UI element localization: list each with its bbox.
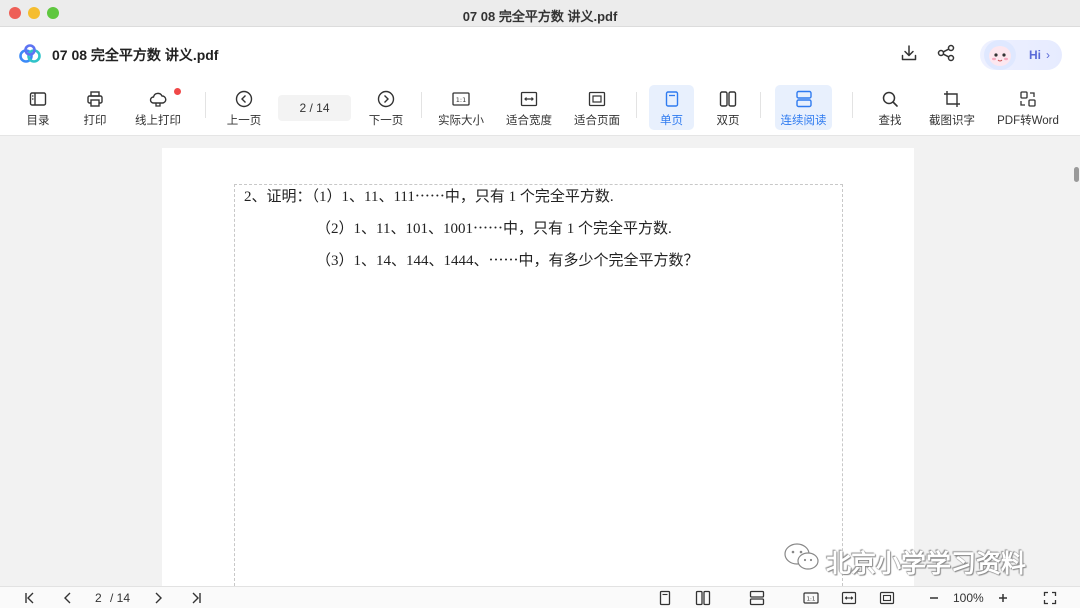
zoom-out-icon[interactable] [926, 590, 942, 606]
document-header: 07 08 完全平方数 讲义.pdf Hi › [0, 27, 1080, 80]
toolbar-divider [760, 92, 761, 118]
ocr-button[interactable]: 截图识字 [926, 85, 978, 130]
next-page-small-icon[interactable] [150, 590, 166, 606]
continuous-read-label: 连续阅读 [780, 115, 827, 127]
ocr-icon [944, 91, 960, 107]
toc-icon [29, 92, 47, 106]
watermark-text: 北京小学学习资料 [826, 550, 1027, 578]
single-page-label: 单页 [660, 115, 683, 127]
app-logo-icon [19, 44, 41, 63]
toolbar: 目录 打印 线上打印 上一页 下一页 1:1 实际大小 适合宽度 适合页面 单页… [0, 80, 1080, 136]
pdf-to-word-button[interactable]: PDF转Word [995, 85, 1061, 130]
print-icon [87, 91, 103, 107]
continuous-icon [795, 90, 812, 108]
chevron-right-icon: › [1046, 48, 1050, 62]
print-label: 打印 [83, 115, 107, 127]
wechat-icon [784, 543, 819, 570]
assistant-label: Hi [1029, 48, 1041, 62]
prev-page-small-icon[interactable] [60, 590, 76, 606]
fit-page-label: 适合页面 [574, 115, 620, 127]
vertical-scrollbar[interactable] [1074, 167, 1079, 182]
title-bar: 07 08 完全平方数 讲义.pdf [0, 0, 1080, 27]
content-frame [234, 184, 843, 586]
document-viewport[interactable]: 2、证明：（1）1、11、111⋯⋯中，只有 1 个完全平方数. （2）1、11… [0, 136, 1080, 586]
next-page-label: 下一页 [368, 115, 404, 127]
double-page-button[interactable]: 双页 [708, 85, 748, 130]
document-title: 07 08 完全平方数 讲义.pdf [52, 47, 219, 63]
problem-line: （2）1、11、101、1001⋯⋯中，只有 1 个完全平方数. [316, 221, 672, 237]
toolbar-divider [205, 92, 206, 118]
continuous-read-button[interactable]: 连续阅读 [775, 85, 832, 130]
single-page-icon [665, 91, 678, 107]
toolbar-divider [636, 92, 637, 118]
actual-size-label: 实际大小 [438, 115, 484, 127]
window-title: 07 08 完全平方数 讲义.pdf [462, 9, 618, 24]
svg-text:1:1: 1:1 [456, 96, 466, 104]
svg-text:1:1: 1:1 [807, 597, 816, 603]
next-page-button[interactable]: 下一页 [366, 85, 406, 130]
fit-page-icon [588, 91, 606, 107]
zoom-in-icon[interactable] [995, 590, 1011, 606]
ocr-label: 截图识字 [929, 115, 975, 127]
cloud-print-icon [149, 92, 167, 107]
problem-line: 2、证明：（1）1、11、111⋯⋯中，只有 1 个完全平方数. [244, 189, 614, 205]
download-icon[interactable] [899, 43, 919, 63]
find-label: 查找 [878, 115, 902, 127]
toolbar-divider [421, 92, 422, 118]
problem-line: （3）1、14、144、1444、⋯⋯中，有多少个完全平方数？ [316, 253, 699, 269]
assistant-avatar-icon [984, 40, 1016, 70]
double-page-small-icon[interactable] [695, 590, 711, 606]
online-print-label: 线上打印 [135, 115, 181, 127]
pdf-to-word-label: PDF转Word [997, 115, 1059, 127]
double-page-label: 双页 [716, 115, 740, 127]
fit-width-small-icon[interactable] [841, 590, 857, 606]
toc-button[interactable]: 目录 [20, 85, 56, 130]
prev-page-icon [235, 90, 253, 108]
fit-page-small-icon[interactable] [879, 590, 895, 606]
status-page-total: / 14 [110, 591, 131, 605]
toc-label: 目录 [26, 115, 50, 127]
double-page-icon [719, 91, 737, 107]
actual-size-icon: 1:1 [452, 92, 470, 106]
actual-size-button[interactable]: 1:1 实际大小 [436, 85, 486, 130]
next-page-icon [377, 90, 395, 108]
toolbar-divider [852, 92, 853, 118]
notification-dot [174, 88, 181, 95]
app-window: 07 08 完全平方数 讲义.pdf 07 08 完全平方数 讲义.pdf Hi… [0, 0, 1080, 608]
last-page-icon[interactable] [188, 590, 204, 606]
watermark: 北京小学学习资料 [782, 540, 1026, 578]
fullscreen-icon[interactable] [1042, 590, 1058, 606]
single-page-small-icon[interactable] [657, 590, 673, 606]
pdf-page: 2、证明：（1）1、11、111⋯⋯中，只有 1 个完全平方数. （2）1、11… [162, 148, 914, 586]
zoom-level[interactable]: 100% [953, 591, 984, 605]
actual-size-small-icon[interactable]: 1:1 [803, 590, 819, 606]
fit-width-label: 适合宽度 [506, 115, 552, 127]
find-button[interactable]: 查找 [872, 85, 908, 130]
fit-width-button[interactable]: 适合宽度 [504, 85, 554, 130]
pdf-to-word-icon [1020, 91, 1036, 107]
prev-page-button[interactable]: 上一页 [224, 85, 264, 130]
fit-page-button[interactable]: 适合页面 [572, 85, 622, 130]
status-page-number[interactable]: 2 [95, 591, 102, 605]
first-page-icon[interactable] [22, 590, 38, 606]
fit-width-icon [520, 91, 538, 107]
status-bar: 2 / 14 1:1 100% [0, 586, 1080, 608]
prev-page-label: 上一页 [226, 115, 262, 127]
print-button[interactable]: 打印 [77, 85, 113, 130]
search-icon [882, 91, 898, 107]
single-page-button[interactable]: 单页 [649, 85, 694, 130]
continuous-small-icon[interactable] [749, 590, 765, 606]
page-number-input[interactable]: 2 / 14 [278, 95, 351, 121]
share-icon[interactable] [936, 43, 956, 63]
assistant-button[interactable]: Hi › [980, 40, 1062, 70]
